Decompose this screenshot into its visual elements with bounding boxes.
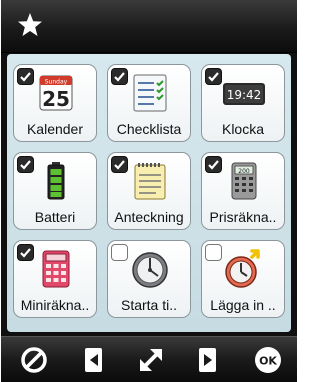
tile-prisrakna[interactable]: 200 Prisräkna.. bbox=[201, 152, 285, 230]
previous-icon[interactable] bbox=[79, 345, 109, 375]
ok-icon[interactable]: OK bbox=[253, 345, 283, 375]
resize-icon[interactable] bbox=[136, 345, 166, 375]
tile-label: Klocka bbox=[221, 121, 265, 137]
checkbox-unchecked[interactable] bbox=[205, 244, 222, 261]
checkbox-checked[interactable] bbox=[111, 68, 128, 85]
star-icon[interactable] bbox=[17, 12, 43, 38]
app-grid: Sunday 25 Kalender Checklista 19:42 Kloc… bbox=[7, 54, 291, 332]
checkbox-checked[interactable] bbox=[111, 156, 128, 173]
tile-lagga-in-timer[interactable]: Lägga in .. bbox=[201, 240, 285, 318]
bottom-toolbar: OK bbox=[1, 336, 297, 382]
add-timer-icon bbox=[225, 249, 260, 288]
tile-minirakna[interactable]: Miniräkna.. bbox=[13, 240, 97, 318]
tile-label: Kalender bbox=[26, 121, 84, 137]
checkbox-unchecked[interactable] bbox=[111, 244, 128, 261]
checkbox-checked[interactable] bbox=[17, 244, 34, 261]
title-bar bbox=[1, 0, 297, 53]
tile-klocka[interactable]: 19:42 Klocka bbox=[201, 64, 285, 142]
tile-label: Batteri bbox=[34, 209, 76, 225]
svg-text:19:42: 19:42 bbox=[227, 88, 262, 102]
checkbox-checked[interactable] bbox=[17, 156, 34, 173]
tile-label: Checklista bbox=[116, 121, 182, 137]
tile-kalender[interactable]: Sunday 25 Kalender bbox=[13, 64, 97, 142]
tile-label: Anteckning bbox=[114, 209, 184, 225]
tile-anteckning[interactable]: Anteckning bbox=[107, 152, 191, 230]
clock-icon: 19:42 bbox=[223, 83, 265, 105]
tile-label: Lägga in .. bbox=[210, 297, 276, 313]
calculator-icon bbox=[42, 250, 70, 288]
svg-text:OK: OK bbox=[259, 355, 277, 368]
checkbox-checked[interactable] bbox=[205, 156, 222, 173]
svg-text:25: 25 bbox=[42, 87, 70, 111]
tile-label: Prisräkna.. bbox=[209, 209, 277, 225]
checkbox-checked[interactable] bbox=[17, 68, 34, 85]
tile-batteri[interactable]: Batteri bbox=[13, 152, 97, 230]
notepad-icon bbox=[134, 163, 166, 200]
calendar-icon: Sunday 25 bbox=[39, 75, 73, 111]
tile-label: Miniräkna.. bbox=[20, 297, 90, 313]
price-calculator-icon: 200 bbox=[231, 162, 257, 200]
timer-icon bbox=[132, 252, 168, 288]
cancel-icon[interactable] bbox=[19, 345, 49, 375]
svg-text:200: 200 bbox=[238, 168, 250, 175]
tile-starta-timer[interactable]: Starta ti.. bbox=[107, 240, 191, 318]
svg-text:Sunday: Sunday bbox=[45, 79, 68, 86]
next-icon[interactable] bbox=[193, 345, 223, 375]
tile-checklista[interactable]: Checklista bbox=[107, 64, 191, 142]
checklist-icon bbox=[133, 74, 167, 112]
screen: Sunday 25 Kalender Checklista 19:42 Kloc… bbox=[1, 0, 297, 382]
tile-label: Starta ti.. bbox=[120, 297, 178, 313]
checkbox-checked[interactable] bbox=[205, 68, 222, 85]
battery-icon bbox=[47, 162, 65, 200]
